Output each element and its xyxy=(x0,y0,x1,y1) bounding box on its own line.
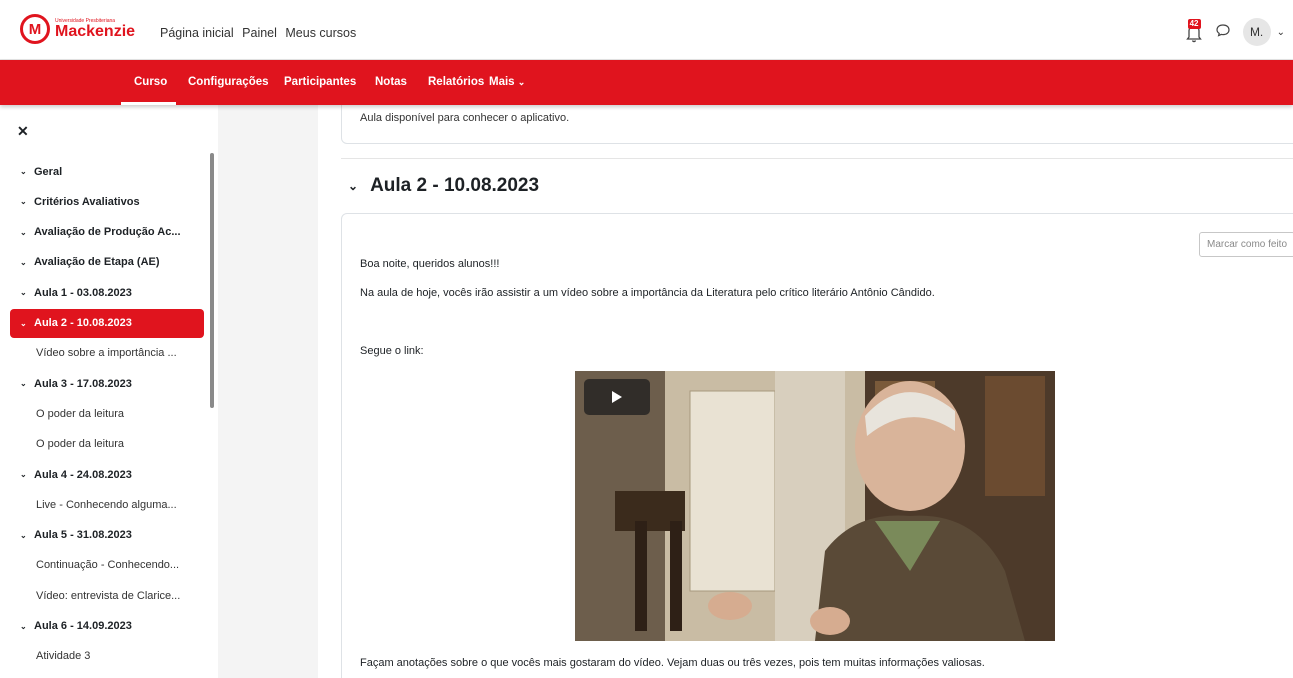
sidebar-item-label: Aula 2 - 10.08.2023 xyxy=(34,317,132,329)
sidebar-section-item[interactable]: ⌄ Aula 4 - 24.08.2023 xyxy=(10,460,204,489)
close-drawer-button[interactable]: ✕ xyxy=(17,123,29,140)
user-avatar[interactable]: M. xyxy=(1242,18,1271,46)
section-card: Marcar como feito Boa noite, queridos al… xyxy=(341,213,1293,678)
top-navbar: M Universidade Presbiteriana Mackenzie P… xyxy=(0,0,1293,60)
play-icon xyxy=(612,391,622,403)
chevron-down-icon[interactable]: ⌄ xyxy=(10,319,28,328)
mark-as-done-button[interactable]: Marcar como feito xyxy=(1199,232,1293,257)
sidebar-item-label: Vídeo sobre a importância ... xyxy=(36,347,177,360)
section-title-text: Aula 2 - 10.08.2023 xyxy=(370,175,540,196)
nav-my-courses[interactable]: Meus cursos xyxy=(285,26,356,40)
intro-paragraph: Na aula de hoje, vocês irão assistir a u… xyxy=(360,287,935,299)
sidebar-item-label: O poder da leitura xyxy=(36,407,125,420)
page-gutter xyxy=(218,105,318,678)
chevron-down-icon[interactable]: ⌄ xyxy=(10,197,28,206)
tab-reports[interactable]: Relatórios xyxy=(428,76,484,88)
tab-settings[interactable]: Configurações xyxy=(188,76,269,88)
messages-button[interactable] xyxy=(1215,22,1231,43)
course-index-drawer: ✕ ⌄ Geral ⌄ Critérios Avaliativos ⌄ Avaliação… xyxy=(0,105,218,678)
sidebar-item-label: Aula 4 - 24.08.2023 xyxy=(34,468,132,481)
sidebar-item-label: Critérios Avaliativos xyxy=(34,195,140,208)
brand-logo[interactable]: M Universidade Presbiteriana Mackenzie xyxy=(20,14,135,44)
close-icon: ✕ xyxy=(17,123,29,139)
tab-course[interactable]: Curso xyxy=(134,76,167,88)
active-tab-indicator xyxy=(121,102,176,105)
sidebar-activity-item[interactable]: Vídeo sobre a importância ... xyxy=(10,339,204,368)
sidebar-item-label: Vídeo: entrevista de Clarice... xyxy=(36,589,181,602)
chevron-down-icon[interactable]: ⌄ xyxy=(10,288,28,297)
tab-participants[interactable]: Participantes xyxy=(284,76,356,88)
sidebar-activity-item[interactable]: Live - Conhecendo alguma... xyxy=(10,490,204,519)
sidebar-item-label: O poder da leitura xyxy=(36,438,125,451)
sidebar-item-label: Aula 5 - 31.08.2023 xyxy=(34,529,132,542)
previous-section-text: Aula disponível para conhecer o aplicati… xyxy=(360,112,570,124)
sidebar-section-item[interactable]: ⌄ Avaliação de Etapa (AE) xyxy=(10,248,204,277)
sidebar-section-item[interactable]: ⌄ Geral xyxy=(10,157,204,186)
nav-home[interactable]: Página inicial xyxy=(160,26,234,40)
logo-name: Mackenzie xyxy=(55,22,136,40)
greeting-text: Boa noite, queridos alunos!!! xyxy=(360,258,500,270)
tab-more[interactable]: Mais ⌄ xyxy=(489,76,525,88)
chevron-down-icon[interactable]: ⌄ xyxy=(10,531,28,540)
sidebar-section-item[interactable]: ⌄ Aula 1 - 03.08.2023 xyxy=(10,278,204,307)
chevron-down-icon[interactable]: ⌄ xyxy=(10,470,28,479)
sidebar-activity-item[interactable]: O poder da leitura xyxy=(10,399,204,428)
tab-more-label: Mais xyxy=(489,76,515,88)
sidebar-section-item[interactable]: ⌄ Critérios Avaliativos xyxy=(10,187,204,216)
sidebar-item-label: Aula 1 - 03.08.2023 xyxy=(34,286,132,299)
sidebar-item-label: Continuação - Conhecendo... xyxy=(36,559,180,572)
notifications-button[interactable]: 42 xyxy=(1185,19,1203,43)
sidebar-item-label: Geral xyxy=(34,165,63,178)
nav-dashboard[interactable]: Painel xyxy=(242,26,277,40)
tab-grades[interactable]: Notas xyxy=(375,76,407,88)
logo-mark: M xyxy=(20,14,50,44)
section-heading[interactable]: ⌄ Aula 2 - 10.08.2023 xyxy=(348,175,539,197)
sidebar-item-label: Avaliação de Produção Ac... xyxy=(34,226,181,239)
chat-bubble-icon xyxy=(1216,23,1230,37)
chevron-down-icon[interactable]: ⌄ xyxy=(10,167,28,176)
sidebar-section-item[interactable]: ⌄ Avaliação de Produção Ac... xyxy=(10,218,204,247)
sidebar-activity-item[interactable]: O poder da leitura xyxy=(10,430,204,459)
link-label: Segue o link: xyxy=(360,345,424,357)
chevron-down-icon[interactable]: ⌄ xyxy=(10,228,28,237)
notification-count-badge: 42 xyxy=(1187,19,1201,29)
sidebar-item-label: Aula 3 - 17.08.2023 xyxy=(34,377,132,390)
sidebar-item-label: Avaliação de Etapa (AE) xyxy=(34,256,160,269)
primary-nav: Página inicial Painel Meus cursos xyxy=(160,26,361,40)
sidebar-item-label: Atividade 3 xyxy=(36,650,91,663)
chevron-down-icon[interactable]: ⌄ xyxy=(10,379,28,388)
chevron-down-icon[interactable]: ⌄ xyxy=(10,622,28,631)
sidebar-activity-item[interactable]: Atividade 3 xyxy=(10,642,204,671)
sidebar-section-item[interactable]: ⌄ Aula 2 - 10.08.2023 xyxy=(10,308,204,338)
drawer-scrollbar[interactable] xyxy=(210,153,214,408)
sidebar-section-item[interactable]: ⌄ Aula 5 - 31.08.2023 xyxy=(10,521,204,550)
play-button[interactable] xyxy=(584,379,650,415)
sidebar-item-label: Aula 6 - 14.09.2023 xyxy=(34,620,132,632)
embedded-video[interactable] xyxy=(575,371,1055,641)
course-content: Aula disponível para conhecer o aplicati… xyxy=(318,105,1293,678)
chevron-down-icon[interactable]: ⌄ xyxy=(1277,27,1285,38)
chevron-down-icon: ⌄ xyxy=(517,77,526,87)
chevron-down-icon[interactable]: ⌄ xyxy=(10,258,28,267)
sidebar-item-label: Live - Conhecendo alguma... xyxy=(36,498,177,511)
previous-section-card: Aula disponível para conhecer o aplicati… xyxy=(341,105,1293,144)
sidebar-section-item[interactable]: ⌄ Aula 6 - 14.09.2023 xyxy=(10,612,204,641)
section-divider xyxy=(341,158,1293,159)
course-secondary-nav: Curso Configurações Participantes Notas … xyxy=(0,60,1293,105)
chevron-down-icon[interactable]: ⌄ xyxy=(348,179,358,193)
sidebar-section-item[interactable]: ⌄ Aula 3 - 17.08.2023 xyxy=(10,369,204,398)
sidebar-activity-item[interactable]: Vídeo: entrevista de Clarice... xyxy=(10,581,204,610)
closing-paragraph: Façam anotações sobre o que vocês mais g… xyxy=(360,657,985,669)
sidebar-activity-item[interactable]: Continuação - Conhecendo... xyxy=(10,551,204,580)
